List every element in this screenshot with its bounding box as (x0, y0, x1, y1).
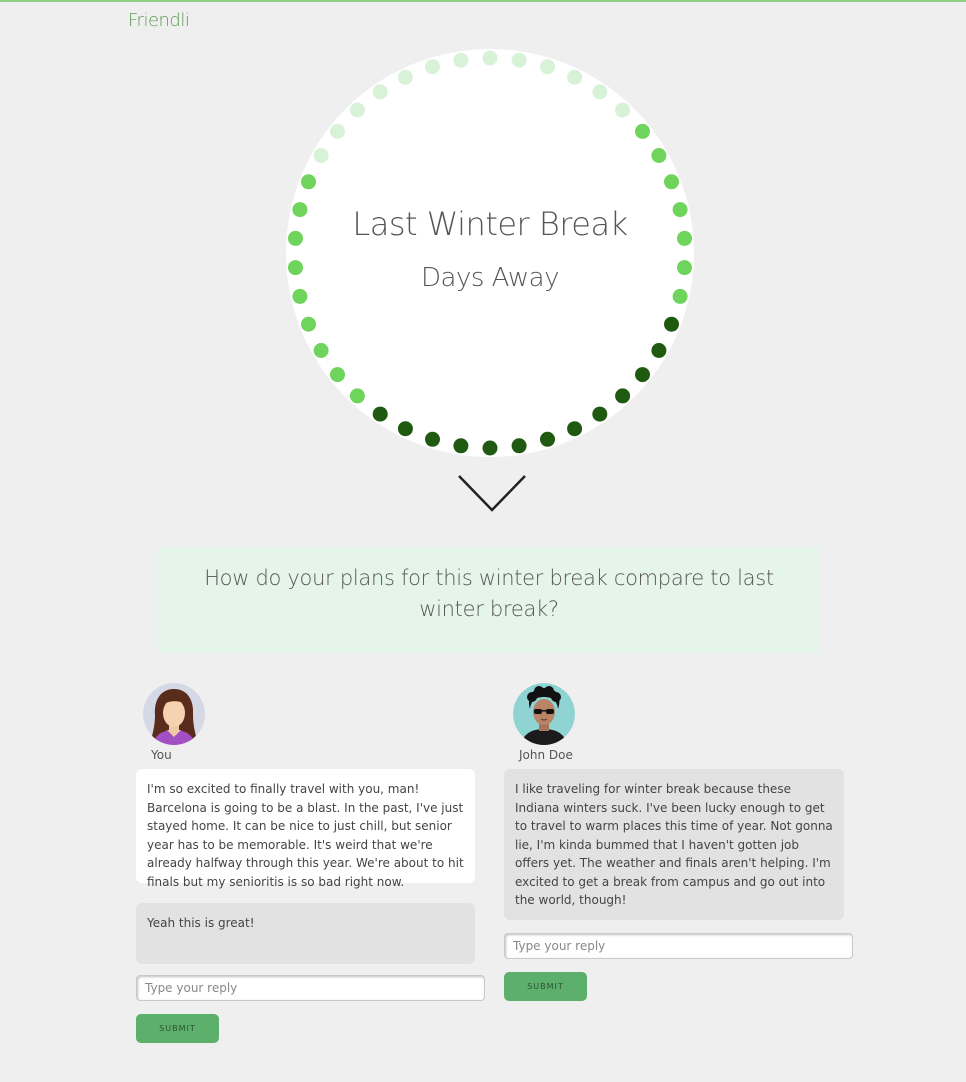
countdown-dot (592, 84, 608, 100)
countdown-dot (453, 52, 469, 68)
countdown-dot (313, 148, 329, 163)
countdown-dot (425, 431, 440, 447)
countdown-title: Last Winter Break (352, 205, 628, 243)
countdown-dot (349, 388, 365, 404)
countdown-dot (482, 50, 498, 66)
user-female-icon (143, 683, 205, 745)
countdown-dot (330, 367, 345, 383)
countdown-dot (540, 431, 555, 447)
countdown-circle: Last Winter Break Days Away (286, 49, 694, 457)
reply-you: Yeah this is great! (136, 903, 475, 964)
countdown-dot (372, 406, 388, 422)
countdown-dot (397, 421, 413, 437)
countdown-subtitle: Days Away (421, 263, 559, 293)
countdown-dot (301, 174, 316, 190)
countdown-dot (482, 440, 498, 456)
countdown-dot (372, 84, 388, 100)
user-male-sunglasses-icon (513, 683, 575, 745)
countdown-dot (453, 438, 469, 454)
countdown-dot (651, 343, 667, 358)
avatar-name-john-doe: John Doe (519, 748, 573, 762)
countdown-dot (615, 388, 631, 404)
message-john-doe: I like traveling for winter break becaus… (504, 769, 844, 920)
countdown-dot (511, 52, 527, 68)
countdown-dot (425, 59, 440, 75)
avatar-you (143, 683, 205, 745)
countdown-dot (511, 438, 527, 454)
countdown-dot (567, 69, 583, 85)
submit-button-john-doe[interactable]: SUBMIT (504, 972, 587, 1001)
chevron-down-icon[interactable] (456, 472, 528, 516)
countdown-dot (540, 59, 555, 75)
countdown-dot (664, 316, 679, 332)
countdown-dot (567, 421, 583, 437)
brand-logo[interactable]: Friendli (128, 10, 190, 31)
countdown-dot (664, 174, 679, 190)
countdown-dot (349, 102, 365, 118)
avatar-john-doe (513, 683, 575, 745)
countdown-dot (635, 367, 650, 383)
countdown-dot (615, 102, 631, 118)
message-you: I'm so excited to finally travel with yo… (136, 769, 475, 889)
countdown-dot (330, 123, 345, 139)
submit-button-you[interactable]: SUBMIT (136, 1014, 219, 1043)
avatar-name-you: You (151, 748, 172, 762)
countdown-dot (592, 406, 608, 422)
prompt-question: How do your plans for this winter break … (158, 547, 820, 653)
countdown-dot (313, 343, 329, 358)
countdown-dots (288, 50, 692, 456)
countdown-dot (651, 148, 667, 163)
reply-input-john-doe[interactable] (504, 933, 853, 959)
countdown-dot (397, 69, 413, 85)
reply-input-you[interactable] (136, 975, 485, 1001)
countdown-dot (301, 316, 316, 332)
countdown-dot (635, 123, 650, 139)
